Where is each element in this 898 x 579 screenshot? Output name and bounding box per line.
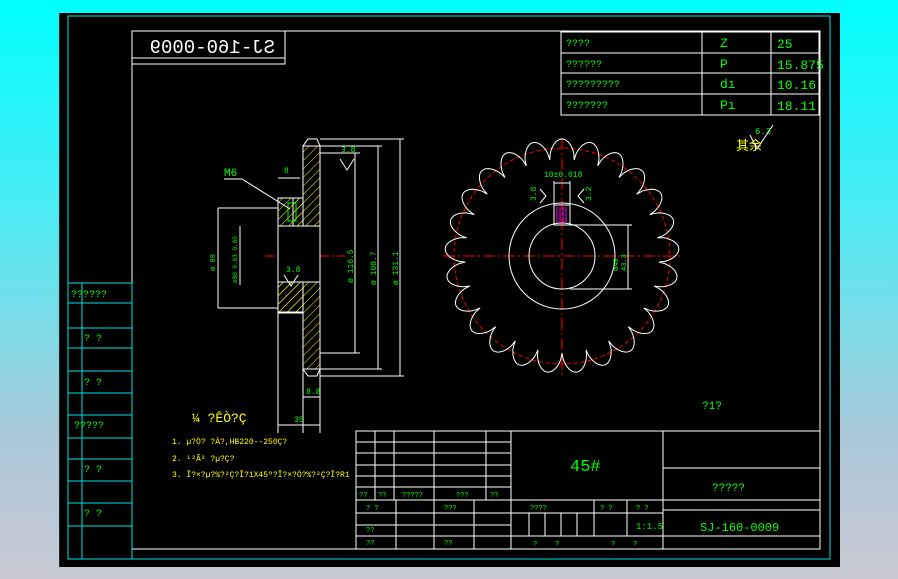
left-panel-label: ??????: [71, 290, 107, 301]
dim-131: ø 131.1: [392, 251, 401, 285]
grid-cell: ??: [366, 527, 374, 535]
left-panel-label: ? ?: [84, 334, 102, 345]
center-cell: ?: [611, 541, 615, 549]
rough-top: 3.8: [341, 146, 356, 155]
material-label: 45#: [570, 458, 601, 477]
dim-key-width: 10±0.018: [544, 171, 583, 180]
part-code: SJ-160-0009: [700, 521, 779, 535]
dim-hub-diameter: ø 80: [210, 254, 218, 271]
param-symbol: P: [720, 57, 728, 72]
roughness-prefix: 其余: [736, 138, 762, 154]
notes-line-2: 2. ¹²Ã² ?µ?Ç?: [172, 455, 235, 464]
cad-drawing-canvas: SJ-160-0009 ???? Z 25 ?????? P 15.875 ??…: [59, 13, 840, 567]
roughness-rest-mark: 其余 6.3: [736, 124, 774, 154]
grid-cell: ??: [490, 492, 498, 500]
left-panel-label: ? ?: [84, 509, 102, 520]
drawing-code-mirrored: SJ-160-0009: [150, 37, 275, 59]
param-value: 15.875: [777, 58, 824, 73]
dim-thickness: 8.8: [306, 388, 321, 397]
param-value: 18.11: [777, 99, 816, 114]
rough-inner: 3.8: [286, 266, 301, 275]
parameter-table: ???? Z 25 ?????? P 15.875 ????????? dı 1…: [560, 31, 824, 116]
center-cell: ?: [533, 541, 537, 549]
param-value: 25: [777, 37, 793, 52]
center-cell: ?: [633, 541, 637, 549]
title-block: ?? ?? ????? ??? ?? ? ? ??? ?? ?? ?? 45# …: [355, 430, 821, 550]
param-label: ???????: [566, 101, 608, 112]
left-side-panel: ?????? ? ? ? ? ????? ? ? ? ?: [67, 282, 133, 560]
part-name: ?????: [712, 483, 745, 495]
center-cell: ? ?: [636, 505, 649, 513]
rough-right: 3.2: [585, 186, 594, 201]
side-section-view: M6 8 ø 80 ø80 0.03 0.00 ø 116.5 ø 108.7 …: [210, 138, 404, 433]
notes-line-3: 3. Î?×?µ?%?²Ç?Î?1X45º?Î?×?Ó?%?²Ç?Î?R1: [172, 470, 350, 480]
cad-drawing: SJ-160-0009 ???? Z 25 ?????? P 15.875 ??…: [67, 15, 831, 560]
param-label: ??????: [566, 60, 602, 71]
misc-mark: ?1?: [702, 401, 722, 413]
technical-notes: ¼ ?ÊÒ?Ç 1. µ?Ò? ?À?,HB220--250Ç? 2. ¹²Ã²…: [172, 411, 350, 480]
dim-40: ø40: [613, 258, 621, 271]
center-cell: ? ?: [600, 505, 613, 513]
grid-cell: ?????: [402, 492, 423, 500]
param-symbol: Pı: [720, 98, 736, 113]
dim-43: 43.3: [621, 254, 629, 271]
grid-cell: ??: [359, 492, 367, 500]
notes-title: ¼ ?ÊÒ?Ç: [192, 411, 247, 426]
left-panel-label: ? ?: [84, 465, 102, 476]
drawing-code-box: SJ-160-0009: [131, 30, 286, 65]
rough-left: 3.8: [530, 186, 539, 201]
left-panel-label: ?????: [74, 421, 104, 432]
left-panel-label: ? ?: [84, 378, 102, 389]
dim-length: 35: [294, 416, 304, 425]
center-cell: ?: [555, 541, 559, 549]
grid-cell: ??: [366, 540, 374, 548]
grid-cell: ??: [378, 492, 386, 500]
dim-116: ø 116.5: [347, 249, 356, 283]
dim-hub-tolerance: ø80 0.03 0.00: [232, 236, 239, 283]
grid-cell: ???: [444, 505, 457, 513]
param-symbol: dı: [720, 77, 736, 92]
m6-label: M6: [224, 168, 237, 180]
param-label: ?????????: [566, 80, 620, 91]
grid-cell: ??: [444, 540, 452, 548]
grid-cell: ? ?: [366, 505, 379, 513]
param-label: ????: [566, 39, 590, 50]
sprocket-front-view: 10±0.018 3.8 3.2 43.3 ø40: [443, 138, 680, 375]
center-cell: ????: [530, 505, 547, 513]
scale-value: 1:1.5: [636, 522, 663, 532]
dim-8: 8: [284, 167, 289, 176]
dim-108: ø 108.7: [370, 251, 379, 285]
notes-line-1: 1. µ?Ò? ?À?,HB220--250Ç?: [172, 437, 287, 447]
param-value: 10.16: [777, 78, 816, 93]
param-symbol: Z: [720, 36, 728, 51]
grid-cell: ???: [456, 492, 469, 500]
